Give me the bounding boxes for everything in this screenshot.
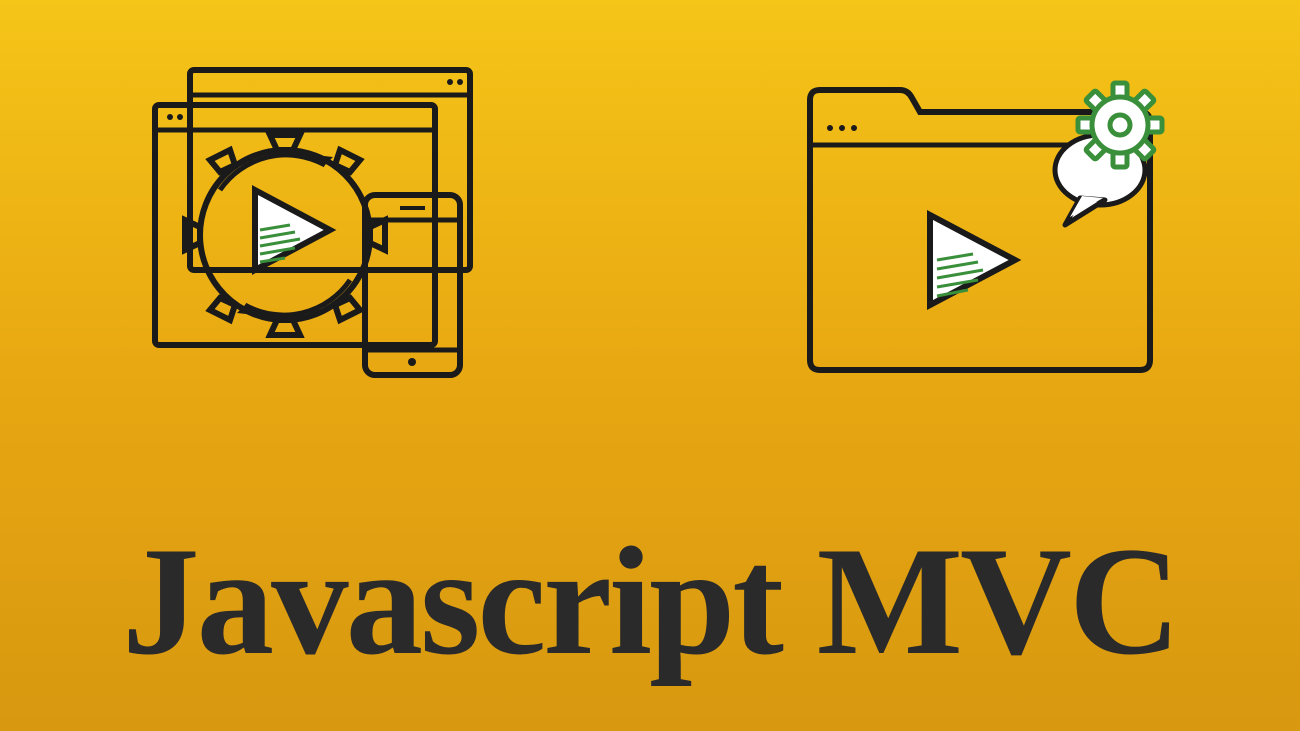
devices-gear-play-icon [130, 60, 510, 400]
page-title: Javascript MVC [122, 512, 1178, 691]
folder-gear-play-icon [790, 60, 1170, 400]
